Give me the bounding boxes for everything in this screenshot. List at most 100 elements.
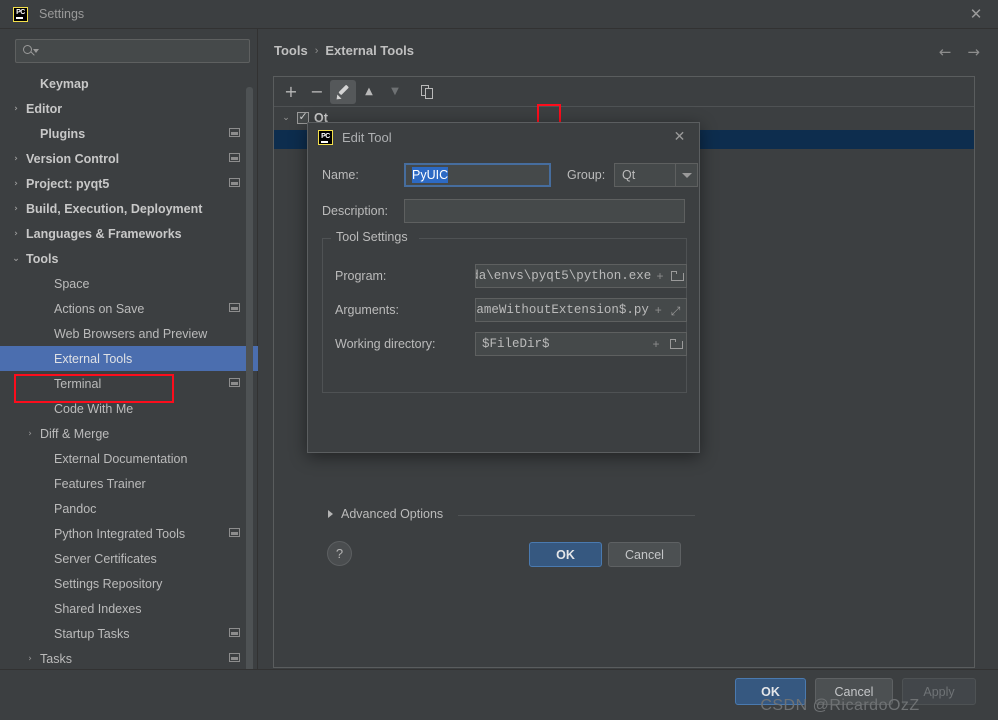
- chevron-down-icon[interactable]: [676, 163, 698, 187]
- tree-expander-icon[interactable]: ›: [10, 229, 22, 239]
- window-title: Settings: [39, 7, 85, 21]
- advanced-options-label: Advanced Options: [341, 507, 444, 521]
- sidebar-item-server-certificates[interactable]: Server Certificates: [0, 546, 258, 571]
- sidebar-item-label: Code With Me: [54, 401, 134, 416]
- dialog-ok-button[interactable]: OK: [529, 542, 602, 567]
- sidebar-item-web-browsers-and-preview[interactable]: Web Browsers and Preview: [0, 321, 258, 346]
- sidebar-item-plugins[interactable]: Plugins: [0, 121, 258, 146]
- dialog-title: Edit Tool: [342, 130, 392, 145]
- sidebar-item-shared-indexes[interactable]: Shared Indexes: [0, 596, 258, 621]
- sidebar-item-build-execution-deployment[interactable]: › Build, Execution, Deployment: [0, 196, 258, 221]
- sidebar-item-features-trainer[interactable]: Features Trainer: [0, 471, 258, 496]
- tree-expander-icon[interactable]: ›: [10, 204, 22, 214]
- sidebar-item-external-documentation[interactable]: External Documentation: [0, 446, 258, 471]
- arguments-insert-macro-icon[interactable]: +: [649, 303, 668, 317]
- sidebar-item-label: Plugins: [40, 126, 86, 141]
- move-down-button[interactable]: ▼: [382, 80, 408, 104]
- sidebar-scrollbar[interactable]: [246, 87, 253, 677]
- edit-tool-dialog: PC Edit Tool ✕ Name: PyUIC Group: Qt Des…: [307, 122, 700, 567]
- pycharm-logo-bar: [15, 17, 23, 19]
- settings-sidebar: Keymap › Editor Plugins › Version Control › Pro…: [0, 29, 258, 677]
- sidebar-item-label: Tools: [26, 251, 59, 266]
- sidebar-item-keymap[interactable]: Keymap: [0, 71, 258, 96]
- group-expander-icon[interactable]: ⌄: [280, 113, 292, 123]
- modified-badge-icon: [229, 378, 240, 387]
- working-directory-browse-icon[interactable]: [666, 339, 686, 349]
- working-directory-row: Working directory: $FileDir$ +: [335, 332, 687, 356]
- arguments-field[interactable]: NameWithoutExtension$.py + ⤢: [475, 298, 687, 322]
- breadcrumb-parent[interactable]: Tools: [274, 43, 308, 58]
- modified-badge-icon: [229, 528, 240, 537]
- sidebar-item-label: Languages & Frameworks: [26, 226, 182, 241]
- sidebar-item-label: Actions on Save: [54, 301, 145, 316]
- back-arrow-icon[interactable]: ←: [939, 43, 952, 61]
- settings-tree[interactable]: Keymap › Editor Plugins › Version Control › Pro…: [0, 71, 258, 671]
- sidebar-item-startup-tasks[interactable]: Startup Tasks: [0, 621, 258, 646]
- sidebar-item-editor[interactable]: › Editor: [0, 96, 258, 121]
- sidebar-item-label: Version Control: [26, 151, 120, 166]
- sidebar-item-label: Terminal: [54, 376, 102, 391]
- sidebar-item-tasks[interactable]: › Tasks: [0, 646, 258, 671]
- edit-tool-button[interactable]: [330, 79, 356, 104]
- search-input[interactable]: [15, 39, 250, 63]
- advanced-options-toggle[interactable]: Advanced Options: [328, 507, 443, 521]
- sidebar-item-label: Shared Indexes: [54, 601, 142, 616]
- working-directory-field[interactable]: $FileDir$ +: [475, 332, 687, 356]
- program-insert-macro-icon[interactable]: +: [651, 269, 668, 283]
- sidebar-item-project-pyqt5[interactable]: › Project: pyqt5: [0, 171, 258, 196]
- dialog-cancel-button[interactable]: Cancel: [608, 542, 681, 567]
- group-select-value: Qt: [622, 168, 636, 182]
- sidebar-item-diff-merge[interactable]: › Diff & Merge: [0, 421, 258, 446]
- working-directory-insert-macro-icon[interactable]: +: [646, 337, 666, 351]
- sidebar-item-label: Build, Execution, Deployment: [26, 201, 203, 216]
- close-icon[interactable]: ✕: [968, 7, 984, 23]
- tree-expander-icon[interactable]: ›: [10, 154, 22, 164]
- tree-expander-icon[interactable]: ›: [24, 654, 36, 664]
- sidebar-item-space[interactable]: Space: [0, 271, 258, 296]
- tree-expander-icon[interactable]: ›: [24, 429, 36, 439]
- program-field[interactable]: onda\envs\pyqt5\python.exe +: [475, 264, 687, 288]
- arguments-label: Arguments:: [335, 303, 399, 317]
- program-browse-icon[interactable]: [669, 271, 686, 281]
- tree-expander-icon[interactable]: ⌄: [10, 254, 22, 264]
- remove-tool-button[interactable]: −: [304, 80, 330, 104]
- sidebar-item-actions-on-save[interactable]: Actions on Save: [0, 296, 258, 321]
- sidebar-item-label: Python Integrated Tools: [54, 526, 186, 541]
- arguments-row: Arguments: NameWithoutExtension$.py + ⤢: [335, 298, 687, 322]
- settings-window: PC Settings ✕ Keymap › Editor Plugins › Versi…: [0, 0, 998, 720]
- sidebar-item-languages-frameworks[interactable]: › Languages & Frameworks: [0, 221, 258, 246]
- sidebar-item-python-integrated-tools[interactable]: Python Integrated Tools: [0, 521, 258, 546]
- sidebar-item-label: Keymap: [40, 76, 89, 91]
- navigation-arrows: ← →: [939, 43, 980, 61]
- cancel-button[interactable]: Cancel: [815, 678, 893, 705]
- forward-arrow-icon[interactable]: →: [967, 43, 980, 61]
- sidebar-item-label: Project: pyqt5: [26, 176, 110, 191]
- move-up-button[interactable]: ▲: [356, 80, 382, 104]
- name-input[interactable]: PyUIC: [404, 163, 551, 187]
- sidebar-item-tools[interactable]: ⌄ Tools: [0, 246, 258, 271]
- sidebar-item-code-with-me[interactable]: Code With Me: [0, 396, 258, 421]
- tools-toolbar: + − ▲ ▼: [274, 77, 974, 107]
- breadcrumb: Tools › External Tools: [274, 43, 414, 58]
- description-input[interactable]: [404, 199, 685, 223]
- ok-button[interactable]: OK: [735, 678, 806, 705]
- arguments-expand-icon[interactable]: ⤢: [667, 304, 686, 318]
- sidebar-item-external-tools[interactable]: External Tools: [0, 346, 258, 371]
- add-tool-button[interactable]: +: [278, 80, 304, 104]
- sidebar-item-terminal[interactable]: Terminal: [0, 371, 258, 396]
- modified-badge-icon: [229, 303, 240, 312]
- program-value: onda\envs\pyqt5\python.exe: [476, 269, 652, 283]
- dialog-close-icon[interactable]: ✕: [672, 130, 687, 145]
- tree-expander-icon[interactable]: ›: [10, 179, 22, 189]
- description-label: Description:: [322, 204, 388, 218]
- program-label: Program:: [335, 269, 387, 283]
- pencil-icon: [334, 84, 350, 102]
- sidebar-item-pandoc[interactable]: Pandoc: [0, 496, 258, 521]
- advanced-options-divider: [458, 515, 695, 516]
- dialog-help-button[interactable]: ?: [327, 541, 352, 566]
- sidebar-item-version-control[interactable]: › Version Control: [0, 146, 258, 171]
- tree-expander-icon[interactable]: ›: [10, 104, 22, 114]
- group-select[interactable]: Qt: [614, 163, 676, 187]
- sidebar-item-settings-repository[interactable]: Settings Repository: [0, 571, 258, 596]
- copy-tool-button[interactable]: [414, 80, 440, 104]
